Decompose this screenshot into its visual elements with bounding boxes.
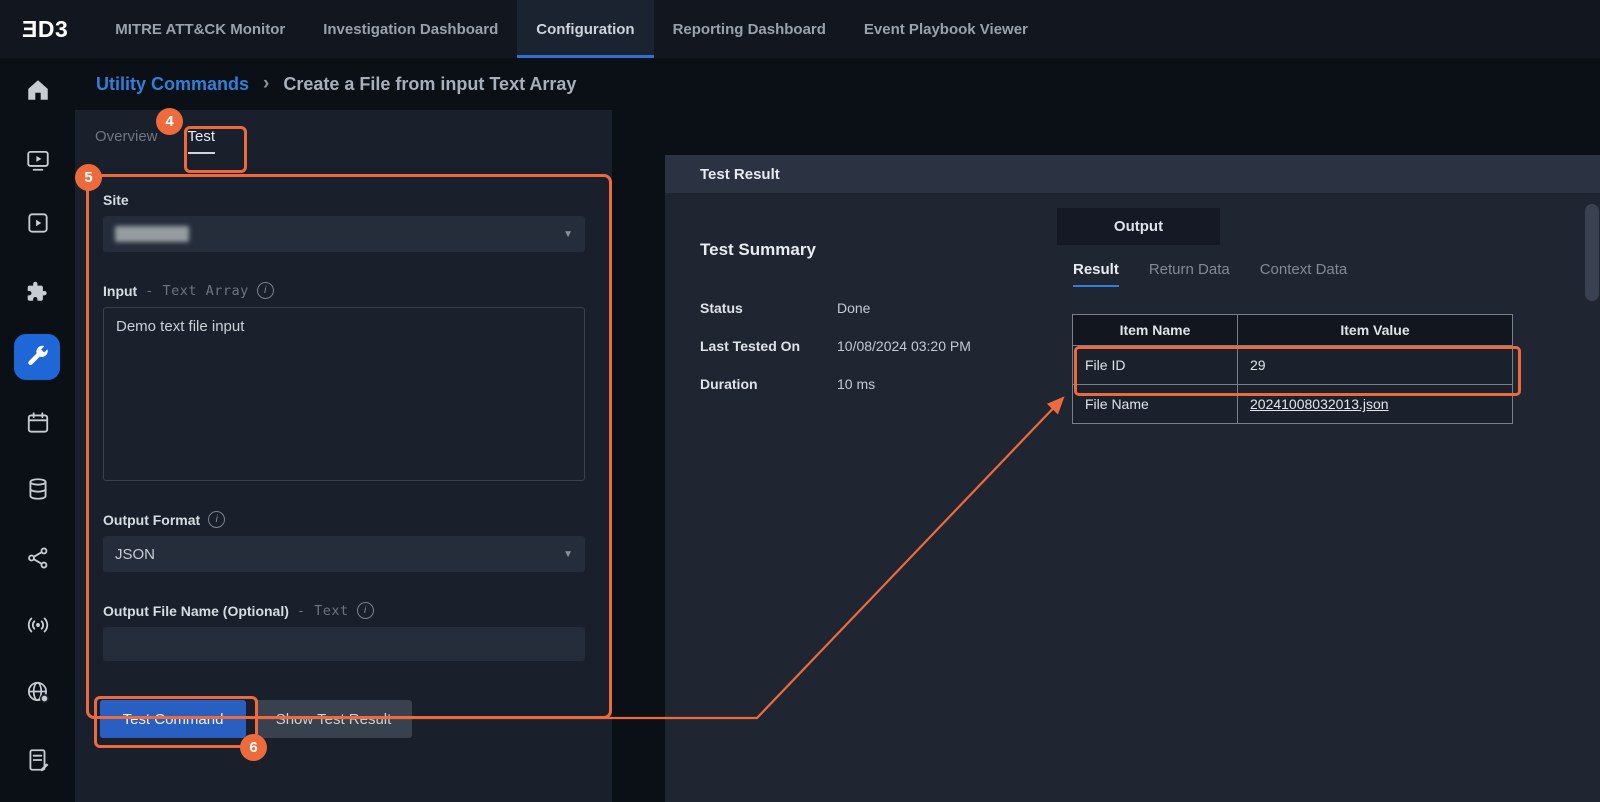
summary-row-duration: Duration 10 ms: [700, 365, 971, 403]
tab-overview[interactable]: Overview: [95, 128, 158, 154]
summary-value: 10/08/2024 03:20 PM: [837, 338, 971, 354]
test-command-form: Site ▼ Input - Text Array i Demo text fi…: [103, 192, 585, 661]
breadcrumb: Utility Commands › Create a File from in…: [96, 58, 576, 110]
site-select[interactable]: ▼: [103, 216, 585, 252]
monitor-play-icon[interactable]: [25, 147, 51, 173]
database-icon[interactable]: [25, 476, 51, 502]
info-icon[interactable]: i: [357, 602, 374, 619]
output-file-name-label: Output File Name (Optional): [103, 603, 289, 619]
summary-value: 10 ms: [837, 376, 875, 392]
nav-item-event-playbook-viewer[interactable]: Event Playbook Viewer: [845, 0, 1047, 58]
output-format-value: JSON: [115, 546, 155, 563]
top-nav: ƎD3 MITRE ATT&CK Monitor Investigation D…: [0, 0, 1600, 58]
summary-label: Status: [700, 300, 837, 316]
home-icon[interactable]: [25, 77, 51, 103]
cell-file-id-name: File ID: [1073, 346, 1238, 385]
calendar-icon[interactable]: [25, 410, 51, 436]
test-summary-title: Test Summary: [700, 240, 816, 260]
icon-sidebar: [0, 58, 75, 802]
col-header-item-value: Item Value: [1238, 315, 1513, 346]
nav-item-investigation-dashboard[interactable]: Investigation Dashboard: [304, 0, 517, 58]
breadcrumb-utility-commands[interactable]: Utility Commands: [96, 74, 249, 95]
document-edit-icon[interactable]: [25, 747, 51, 773]
chevron-right-icon: ›: [263, 73, 269, 95]
puzzle-icon[interactable]: [25, 278, 51, 304]
table-header-row: Item Name Item Value: [1073, 315, 1513, 346]
form-buttons: Test Command Show Test Result: [100, 700, 412, 738]
d3-logo[interactable]: ƎD3: [0, 0, 96, 58]
chevron-down-icon: ▼: [563, 229, 573, 240]
info-icon[interactable]: i: [257, 282, 274, 299]
summary-row-status: Status Done: [700, 289, 971, 327]
vertical-scrollbar[interactable]: [1585, 204, 1599, 301]
form-panel-tabs: Overview Test: [95, 128, 215, 154]
output-format-select[interactable]: JSON ▼: [103, 536, 585, 572]
broadcast-icon[interactable]: [25, 612, 51, 638]
input-textarea[interactable]: Demo text file input: [103, 307, 585, 481]
tab-test[interactable]: Test: [188, 128, 216, 154]
chevron-down-icon: ▼: [563, 549, 573, 560]
test-result-title: Test Result: [700, 166, 780, 183]
test-form-panel: Overview Test Site ▼ Input - Text Array …: [75, 110, 612, 802]
test-result-header: Test Result: [665, 155, 1600, 193]
col-header-item-name: Item Name: [1073, 315, 1238, 346]
tab-output[interactable]: Output: [1057, 208, 1220, 245]
summary-label: Last Tested On: [700, 338, 837, 354]
output-format-label: Output Format: [103, 512, 200, 528]
show-test-result-button[interactable]: Show Test Result: [255, 700, 412, 738]
sub-tab-return-data[interactable]: Return Data: [1149, 261, 1230, 287]
site-value-redacted: [115, 226, 189, 242]
sub-tab-context-data[interactable]: Context Data: [1260, 261, 1348, 287]
table-row-file-id: File ID 29: [1073, 346, 1513, 385]
summary-label: Duration: [700, 376, 837, 392]
nav-item-mitre-attack-monitor[interactable]: MITRE ATT&CK Monitor: [96, 0, 304, 58]
file-name-link[interactable]: 20241008032013.json: [1250, 396, 1389, 412]
summary-row-last-tested: Last Tested On 10/08/2024 03:20 PM: [700, 327, 971, 365]
cell-file-id-value: 29: [1238, 346, 1513, 385]
test-summary: Status Done Last Tested On 10/08/2024 03…: [700, 289, 971, 403]
summary-value: Done: [837, 300, 870, 316]
test-command-button[interactable]: Test Command: [100, 700, 246, 738]
globe-user-icon[interactable]: [25, 679, 51, 705]
app-canvas: ƎD3 MITRE ATT&CK Monitor Investigation D…: [0, 0, 1600, 802]
video-file-icon[interactable]: [25, 210, 51, 236]
tools-wrench-icon[interactable]: [25, 344, 51, 370]
cell-file-name-name: File Name: [1073, 385, 1238, 424]
nav-item-configuration[interactable]: Configuration: [517, 0, 653, 58]
input-type-suffix: - Text Array: [145, 283, 249, 299]
table-row-file-name: File Name 20241008032013.json: [1073, 385, 1513, 424]
sub-tab-result[interactable]: Result: [1073, 261, 1119, 287]
result-table: Item Name Item Value File ID 29 File Nam…: [1072, 314, 1513, 424]
output-file-name-input[interactable]: [103, 627, 585, 661]
input-label: Input: [103, 283, 137, 299]
site-label: Site: [103, 192, 585, 208]
output-file-type-suffix: - Text: [297, 603, 349, 619]
info-icon[interactable]: i: [208, 511, 225, 528]
page-title: Create a File from input Text Array: [283, 74, 576, 95]
share-nodes-icon[interactable]: [25, 545, 51, 571]
nav-item-reporting-dashboard[interactable]: Reporting Dashboard: [654, 0, 845, 58]
test-result-panel: Test Result Test Summary Status Done Las…: [665, 155, 1600, 802]
test-result-body: Test Summary Status Done Last Tested On …: [665, 193, 1600, 802]
output-sub-tabs: Result Return Data Context Data: [1073, 261, 1347, 287]
